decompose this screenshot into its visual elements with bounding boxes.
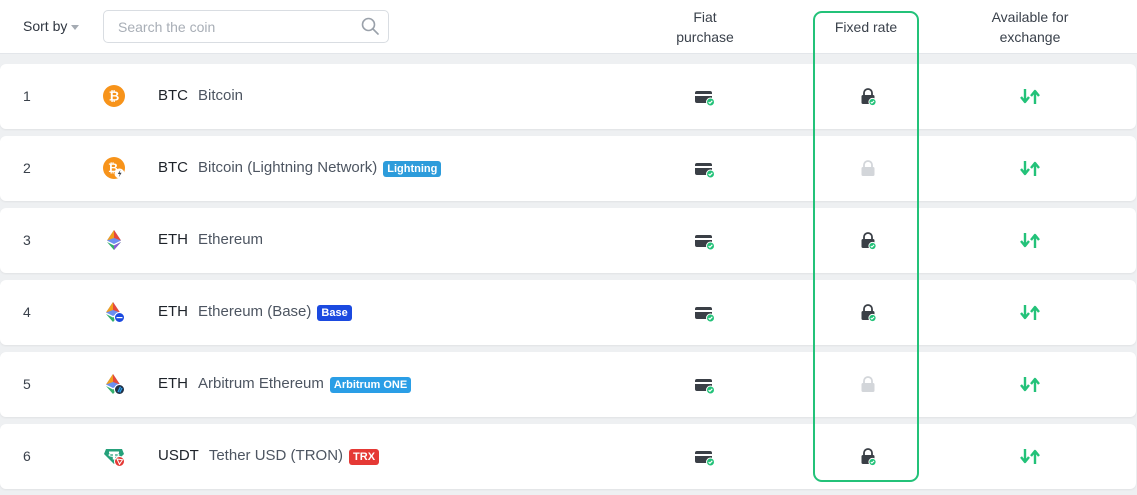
coin-name: ETH Ethereum <box>158 231 263 248</box>
bitcoin-icon: ₿ <box>103 85 125 107</box>
coin-name: ETH Ethereum (Base) Base <box>158 303 352 321</box>
coin-full-name: Ethereum (Base) <box>198 303 312 320</box>
table-row[interactable]: 3 ETH Ethereum <box>0 208 1136 273</box>
row-number: 5 <box>23 376 31 392</box>
exchange-arrows-icon <box>1020 89 1040 104</box>
column-header-fiat: Fiat purchase <box>676 9 734 45</box>
coin-ticker: BTC <box>158 159 188 176</box>
exchange-arrows-icon <box>1020 305 1040 320</box>
exchange-arrows-icon <box>1020 233 1040 248</box>
exchange-arrows-icon <box>1020 377 1040 392</box>
lock-check-icon <box>861 304 876 322</box>
network-badge: TRX <box>349 448 380 465</box>
network-badge: Base <box>317 304 352 321</box>
exchange-arrows-icon <box>1020 161 1040 176</box>
coin-ticker: BTC <box>158 87 188 104</box>
ethereum-icon <box>107 230 121 250</box>
exchange-arrows-icon <box>1020 449 1040 464</box>
coin-full-name: Ethereum <box>198 231 264 248</box>
sort-label: Sort by <box>23 18 68 34</box>
coin-name: BTC Bitcoin (Lightning Network) Lightnin… <box>158 159 442 177</box>
fiat-card-check-icon <box>695 163 715 178</box>
sort-dropdown[interactable]: Sort by <box>23 18 80 34</box>
table-row[interactable]: 2 ₿ BTC Bitcoin (Lightning Network) Ligh… <box>0 136 1136 201</box>
tether-tron-icon <box>104 449 125 467</box>
row-number: 1 <box>23 88 31 104</box>
table-row[interactable]: 1 ₿ BTC Bitcoin <box>0 64 1136 129</box>
row-number: 3 <box>23 232 31 248</box>
search-input[interactable] <box>103 10 389 43</box>
fiat-card-check-icon <box>695 235 715 250</box>
column-header-available: Available for exchange <box>991 9 1069 45</box>
row-number: 2 <box>23 160 31 176</box>
row-number: 6 <box>23 448 31 464</box>
coin-name: USDT Tether USD (TRON) TRX <box>158 447 380 465</box>
table-row[interactable]: 6 USDT Tether USD (TRON) TRX <box>0 424 1136 489</box>
lock-check-icon <box>861 232 876 250</box>
coin-full-name: Tether USD (TRON) <box>208 447 344 464</box>
row-number: 4 <box>23 304 31 320</box>
ethereum-arbitrum-icon <box>106 374 125 395</box>
coin-full-name: Arbitrum Ethereum <box>198 375 324 392</box>
lock-check-icon <box>861 448 876 466</box>
caret-down-icon <box>71 24 80 30</box>
column-header-fixed-rate: Fixed rate <box>834 19 898 35</box>
table-row[interactable]: 5 ETH Arbitrum Ethereum Arbitrum ONE <box>0 352 1136 417</box>
coin-name: BTC Bitcoin <box>158 87 243 104</box>
coin-full-name: Bitcoin (Lightning Network) <box>198 159 378 176</box>
lock-disabled-icon <box>861 160 875 176</box>
lock-check-icon <box>861 88 876 106</box>
fiat-card-check-icon <box>695 379 715 394</box>
bitcoin-lightning-icon: ₿ <box>103 157 125 179</box>
fiat-card-check-icon <box>695 91 715 106</box>
coin-ticker: USDT <box>158 447 199 464</box>
ethereum-base-icon <box>106 302 125 323</box>
coin-ticker: ETH <box>158 231 188 248</box>
lock-disabled-icon <box>861 376 875 392</box>
svg-text:₿: ₿ <box>109 90 120 105</box>
coin-ticker: ETH <box>158 375 188 392</box>
fiat-card-check-icon <box>695 307 715 322</box>
network-badge: Lightning <box>383 160 442 177</box>
fiat-card-check-icon <box>695 451 715 466</box>
coin-full-name: Bitcoin <box>198 87 244 104</box>
table-header: Sort by Fiat purchase Fixed rate Availab… <box>0 0 1137 54</box>
coin-ticker: ETH <box>158 303 188 320</box>
coin-name: ETH Arbitrum Ethereum Arbitrum ONE <box>158 375 412 393</box>
search-icon[interactable] <box>361 17 379 35</box>
table-row[interactable]: 4 ETH Ethereum (Base) Base <box>0 280 1136 345</box>
network-badge: Arbitrum ONE <box>329 376 412 393</box>
